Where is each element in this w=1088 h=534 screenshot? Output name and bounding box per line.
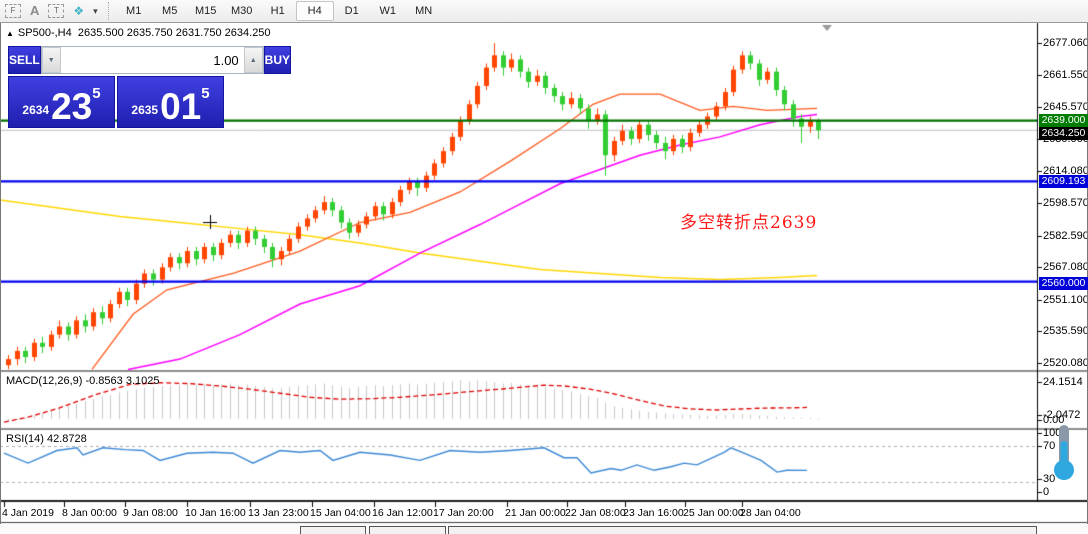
label-tool-icon[interactable]: A (30, 4, 39, 18)
time-tick-label: 10 Jan 16:00 (185, 507, 246, 519)
buy-price-prefix: 2635 (131, 103, 158, 117)
buy-price-big: 01 (160, 91, 201, 122)
price-tick-label: 2535.590 (1043, 325, 1088, 337)
time-tick-label: 4 Jan 2019 (2, 507, 54, 519)
buy-price-sup: 5 (201, 85, 209, 102)
sell-button[interactable]: SELL (8, 46, 41, 74)
selection-tool-icon[interactable]: F (5, 4, 21, 18)
timeframe-h1[interactable]: H1 (260, 1, 296, 21)
timeframe-buttons: M1M5M15M30H1H4D1W1MN (116, 1, 442, 21)
buy-button[interactable]: BUY (264, 46, 291, 74)
price-tick-label: 2598.570 (1043, 197, 1088, 209)
thermometer-icon (1047, 423, 1081, 481)
price-tick-label: 2582.590 (1043, 230, 1088, 242)
bottom-window-strip (0, 524, 1088, 534)
time-tick-label: 28 Jan 04:00 (740, 507, 801, 519)
volume-increase-button[interactable]: ▲ (244, 47, 263, 73)
text-tool-icon[interactable]: T (48, 4, 64, 18)
sell-price-sup: 5 (92, 85, 100, 102)
price-tick-label: 2645.570 (1043, 101, 1088, 113)
draw-arrows-icon[interactable]: ❖ (73, 4, 84, 18)
minimized-window-edge (448, 526, 1037, 534)
dropdown-caret-icon[interactable]: ▾ (93, 6, 98, 17)
price-tag: 2639.000 (1039, 114, 1088, 127)
minimized-window-edge (369, 526, 446, 534)
one-click-trade-panel: SELL ▼ ▲ BUY 2634 23 5 2635 01 5 (8, 46, 224, 128)
time-tick-label: 16 Jan 12:00 (372, 507, 433, 519)
time-tick-label: 22 Jan 08:00 (565, 507, 626, 519)
time-tick-label: 23 Jan 16:00 (623, 507, 684, 519)
timeframe-d1[interactable]: D1 (334, 1, 370, 21)
volume-stepper: ▼ ▲ (41, 46, 264, 74)
timeframe-m30[interactable]: M30 (224, 1, 260, 21)
price-tick-label: 2661.550 (1043, 69, 1088, 81)
time-tick-label: 13 Jan 23:00 (248, 507, 309, 519)
chinese-annotation-text: 多空转折点2639 (680, 208, 817, 233)
timeframe-m15[interactable]: M15 (188, 1, 224, 21)
price-tag: 2609.193 (1039, 175, 1088, 188)
sell-price-big: 23 (51, 91, 92, 122)
time-tick-label: 15 Jan 04:00 (310, 507, 371, 519)
timeframe-w1[interactable]: W1 (370, 1, 406, 21)
drawing-tools-group: F A T ❖ ▾ (0, 4, 98, 18)
collapse-triangle-icon: ▲ (6, 29, 14, 38)
price-tick-label: 2677.060 (1043, 37, 1088, 49)
timeframe-h4[interactable]: H4 (296, 1, 334, 21)
timeframe-m1[interactable]: M1 (116, 1, 152, 21)
time-tick-label: 8 Jan 00:00 (62, 507, 117, 519)
macd-indicator-label: MACD(12,26,9) -0.8563 3.1025 (6, 375, 159, 387)
price-tick-label: 2551.100 (1043, 294, 1088, 306)
time-tick-label: 9 Jan 08:00 (123, 507, 178, 519)
symbol-period-label: SP500-,H4 (18, 27, 72, 39)
toolbar-separator (108, 2, 110, 20)
price-tag: 2634.250 (1039, 127, 1088, 140)
sell-price-prefix: 2634 (22, 103, 49, 117)
volume-decrease-button[interactable]: ▼ (42, 47, 61, 73)
buy-price-box[interactable]: 2635 01 5 (117, 76, 224, 128)
timeframe-mn[interactable]: MN (406, 1, 442, 21)
sell-price-box[interactable]: 2634 23 5 (8, 76, 115, 128)
minimized-window-edge (300, 526, 366, 534)
time-tick-label: 21 Jan 00:00 (505, 507, 566, 519)
time-tick-label: 25 Jan 00:00 (683, 507, 744, 519)
rsi-indicator-label: RSI(14) 42.8728 (6, 433, 87, 445)
timeframe-m5[interactable]: M5 (152, 1, 188, 21)
top-toolbar: F A T ❖ ▾ M1M5M15M30H1H4D1W1MN (0, 0, 1088, 23)
volume-input[interactable] (61, 47, 244, 73)
ohlc-quotes-label: 2635.500 2635.750 2631.750 2634.250 (78, 27, 271, 39)
price-tick-label: 2520.080 (1043, 357, 1088, 369)
price-tick-label: 2567.080 (1043, 261, 1088, 273)
indicator-tick-label: 24.1514 (1043, 376, 1083, 388)
price-tag: 2560.000 (1039, 277, 1088, 290)
indicator-tick-label: 0 (1043, 486, 1049, 498)
chart-title: ▲ SP500-,H4 2635.500 2635.750 2631.750 26… (6, 27, 271, 39)
time-tick-label: 17 Jan 20:00 (433, 507, 494, 519)
